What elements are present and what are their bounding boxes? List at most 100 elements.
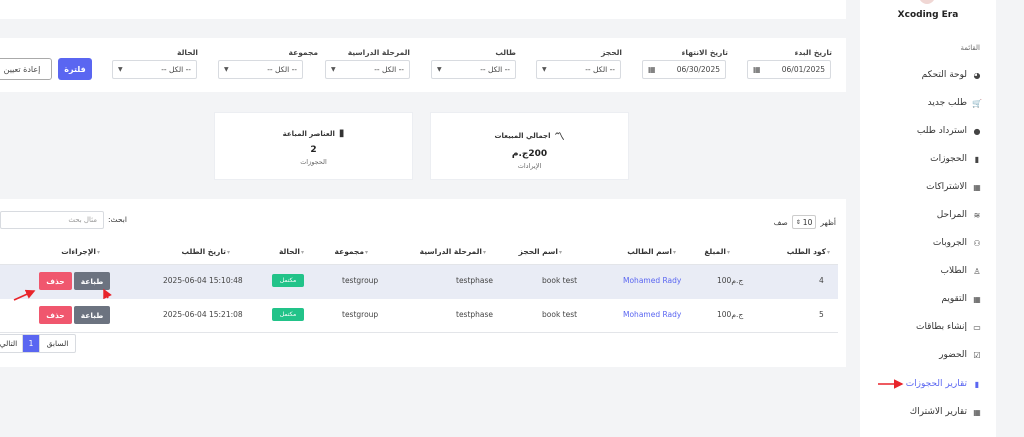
calendar-icon: ▦: [753, 65, 761, 74]
booking-name: book test: [542, 310, 578, 319]
pagination-current-page[interactable]: 1: [23, 335, 39, 352]
student-name-link[interactable]: Mohamed Rady: [623, 310, 681, 319]
group-select[interactable]: ▼ -- الكل --: [218, 60, 303, 79]
status-filter-label: الحالة: [177, 48, 198, 57]
items-sold-card: ▮ العناصر المباعة 2 الحجوزات: [214, 112, 413, 180]
sidebar-item[interactable]: ▮ تقارير الحجوزات: [906, 375, 982, 393]
print-button[interactable]: طباعة: [74, 272, 110, 290]
group-name: testgroup: [342, 276, 379, 285]
sidebar-item[interactable]: ≋ المراحل: [937, 206, 982, 224]
sidebar-item[interactable]: ◕ لوحة التحكم: [922, 66, 982, 84]
chevron-down-icon: ▼: [331, 66, 336, 73]
phase-select[interactable]: ▼ -- الكل --: [325, 60, 410, 79]
column-header[interactable]: ▾المبلغ: [704, 247, 730, 256]
sort-icon: ▾: [672, 249, 676, 256]
sidebar-item[interactable]: ▦ الاشتراكات: [926, 178, 982, 196]
phase-name: testphase: [456, 276, 494, 285]
search-input[interactable]: مثال بحث: [0, 211, 104, 229]
sort-icon: ▾: [726, 249, 730, 256]
items-sold-title: العناصر المباعة: [282, 129, 335, 138]
student-select[interactable]: ▼ -- الكل --: [431, 60, 516, 79]
brand-name: Xcoding Era: [897, 10, 959, 20]
sidebar-item-label: لوحة التحكم: [921, 70, 967, 80]
reset-button[interactable]: إعادة تعيين: [0, 58, 52, 80]
sidebar-item-label: استرداد طلب: [916, 126, 967, 136]
sidebar-item-label: الطلاب: [940, 266, 967, 276]
status-select[interactable]: ▼ -- الكل --: [112, 60, 197, 79]
booking-select[interactable]: ▼ -- الكل --: [536, 60, 621, 79]
student-filter-label: طالب: [495, 48, 516, 57]
palette-icon: ◕: [973, 70, 981, 80]
sidebar-item[interactable]: ● استرداد طلب: [917, 122, 982, 140]
sort-icon: ▾: [364, 249, 368, 256]
sidebar-item-label: التقويم: [941, 294, 967, 304]
filter-button[interactable]: فلترة: [58, 58, 92, 80]
sidebar-item[interactable]: ▭ إنشاء بطاقات: [916, 318, 982, 336]
menu-section-label: القائمة: [960, 44, 981, 52]
end-date-input[interactable]: ▦ 06/30/2025: [642, 60, 726, 79]
chevron-down-icon: ▼: [118, 66, 123, 73]
column-header[interactable]: ▾تاريخ الطلب: [182, 247, 231, 256]
book-icon: ▮: [974, 154, 980, 164]
total-sales-sub: الإيرادات: [517, 162, 542, 170]
column-header[interactable]: ▾مجموعة: [335, 247, 368, 256]
print-button[interactable]: طباعة: [74, 306, 110, 324]
calendar-icon: ▦: [973, 182, 981, 192]
sidebar-item[interactable]: ▦ التقويم: [941, 290, 982, 308]
column-header[interactable]: ▾الحالة: [279, 247, 304, 256]
items-sold-value: 2: [310, 145, 317, 155]
pagination-previous[interactable]: السابق: [39, 335, 75, 352]
chevron-down-icon: ▼: [437, 66, 442, 73]
sidebar-item-label: تقارير الحجوزات: [905, 379, 967, 389]
sidebar-item[interactable]: ⚇ الجروبات: [933, 234, 982, 252]
cart-icon: 🛒: [972, 98, 982, 108]
status-badge: مكتمل: [272, 274, 304, 287]
amount: 100ج.م: [717, 310, 744, 319]
student-name-link[interactable]: Mohamed Rady: [623, 276, 681, 285]
brand-logo: [919, 0, 935, 4]
sidebar-item[interactable]: 🛒 طلب جديد: [928, 94, 982, 112]
show-prefix: أظهر: [820, 217, 836, 227]
filter-panel: تاريخ البدء ▦ 06/01/2025 تاريخ الانتهاء …: [0, 38, 846, 92]
calendar-icon: ▦: [973, 294, 981, 304]
chevron-down-icon: ▼: [542, 66, 547, 73]
sidebar-item[interactable]: ☑ الحضور: [939, 346, 982, 364]
calendar-icon: ▦: [973, 407, 981, 417]
page-length-control: أظهر 10 ⇕ صف: [774, 215, 836, 229]
column-header[interactable]: ▾الإجراءات: [61, 247, 100, 256]
sidebar-item[interactable]: ▮ الحجوزات: [930, 150, 982, 168]
table-header: ▾كود الطلب ▾المبلغ ▾اسم الطالب ▾اسم الحج…: [0, 237, 838, 265]
total-sales-title: اجمالي المبيعات: [494, 131, 551, 140]
orders-table-card: أظهر 10 ⇕ صف ابحث: مثال بحث ▾كود الطلب ▾…: [0, 199, 846, 367]
sidebar-item-label: إنشاء بطاقات: [915, 322, 967, 332]
table-row: 4 100ج.م Mohamed Rady book test testphas…: [0, 265, 838, 299]
sidebar-item-label: طلب جديد: [927, 98, 967, 108]
chart-line-icon: 〽: [554, 132, 565, 143]
calendar-check-icon: ☑: [973, 350, 981, 360]
column-header[interactable]: ▾المرحلة الدراسية: [420, 247, 486, 256]
delete-button[interactable]: حذف: [39, 272, 72, 290]
order-id: 5: [819, 310, 824, 319]
summary-section: 〽 اجمالي المبيعات 200ج.م الإيرادات ▮ الع…: [0, 98, 846, 190]
pagination-next[interactable]: التالي: [0, 335, 23, 352]
layers-icon: ≋: [973, 210, 981, 220]
order-date: 2025-06-04 15:10:48: [163, 276, 243, 285]
delete-button[interactable]: حذف: [39, 306, 72, 324]
chevron-down-icon: ▼: [224, 66, 229, 73]
start-date-input[interactable]: ▦ 06/01/2025: [747, 60, 831, 79]
sidebar-item-label: الحجوزات: [930, 154, 967, 164]
sidebar-item-label: الاشتراكات: [926, 182, 967, 192]
sidebar-item-label: المراحل: [936, 210, 967, 220]
column-header[interactable]: ▾اسم الطالب: [627, 247, 676, 256]
column-header[interactable]: ▾اسم الحجز: [519, 247, 562, 256]
column-header[interactable]: ▾كود الطلب: [787, 247, 830, 256]
book-icon: ▮: [974, 379, 980, 389]
sidebar-item[interactable]: ♙ الطلاب: [941, 262, 982, 280]
booking-name: book test: [542, 276, 578, 285]
sidebar-item-label: تقارير الاشتراك: [909, 407, 967, 417]
page-length-select[interactable]: 10 ⇕: [791, 215, 817, 229]
sidebar-item[interactable]: ▦ تقارير الاشتراك: [910, 403, 982, 421]
user-graduate-icon: ♙: [973, 266, 981, 276]
sidebar: Xcoding Era القائمة ◕ لوحة التحكم 🛒 طلب جدي…: [860, 0, 996, 437]
users-icon: ⚇: [973, 238, 981, 248]
